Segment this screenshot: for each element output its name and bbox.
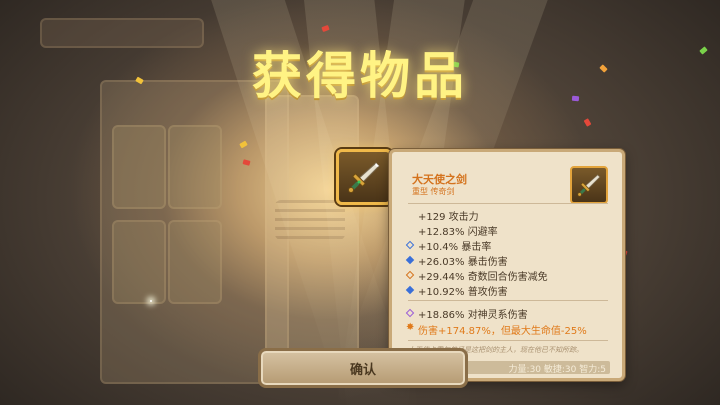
divider — [408, 340, 608, 341]
legendary-stat: 伤害+174.87%，但最大生命值-25% — [418, 326, 587, 337]
requirements-values: 力量:30 敏捷:30 智力:5 — [508, 365, 606, 375]
reward-title: 获得物品 — [252, 47, 468, 105]
item-thumbnail — [570, 166, 608, 204]
affix-stat: +10.4% 暴击率 — [418, 242, 492, 253]
base-stat: +129 攻击力 — [418, 212, 479, 223]
affix-gem-icon — [405, 255, 415, 265]
affix-stat: +29.44% 奇数回合伤害减免 — [418, 272, 548, 283]
item-name: 大天使之剑 — [412, 173, 467, 186]
sparkle — [150, 300, 152, 302]
sword-icon — [577, 174, 601, 197]
background-card — [168, 125, 222, 209]
affix-gem-icon — [405, 240, 415, 250]
special-gem-icon — [405, 308, 415, 318]
confetti — [583, 118, 592, 127]
confirm-button[interactable]: 确认 — [258, 348, 468, 388]
confirm-label: 确认 — [349, 362, 376, 378]
special-stat: +18.86% 对神灵系伤害 — [418, 310, 528, 321]
star-icon: ✸ — [406, 322, 415, 333]
divider — [408, 300, 608, 301]
item-tooltip: 大天使之剑 重型 传奇剑 +129 攻击力 +12.83% 闪避率 +10.4%… — [389, 149, 625, 381]
divider — [408, 203, 608, 204]
base-stat: +12.83% 闪避率 — [418, 227, 498, 238]
item-slot[interactable] — [336, 149, 392, 205]
sword-icon — [348, 162, 380, 193]
affix-gem-icon — [405, 285, 415, 295]
background-card — [168, 220, 222, 304]
item-type: 重型 传奇剑 — [412, 187, 455, 196]
affix-stat: +10.92% 普攻伤害 — [418, 287, 508, 298]
background-card — [112, 220, 166, 304]
affix-gem-icon — [405, 270, 415, 280]
background-card — [112, 125, 166, 209]
affix-stat: +26.03% 暴击伤害 — [418, 257, 508, 268]
